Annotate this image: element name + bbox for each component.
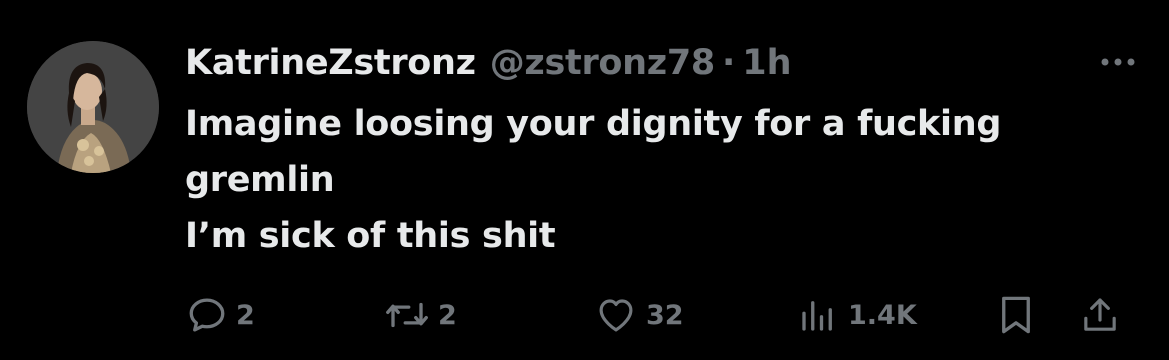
- share-upload-icon: [1084, 298, 1116, 331]
- views-button[interactable]: 1.4K: [796, 292, 917, 338]
- tweet-card[interactable]: KatrineZstronz @zstronz78 · 1h Imagine l…: [0, 0, 1169, 360]
- user-handle[interactable]: @zstronz78: [490, 38, 716, 88]
- tweet-actions-bar: 2 2 32 1.4K: [186, 292, 1136, 338]
- tweet-text-line: I’m sick of this shit: [185, 216, 556, 256]
- header-separator: ·: [721, 43, 736, 83]
- repost-button[interactable]: 2: [384, 292, 457, 338]
- more-options-button[interactable]: [1095, 44, 1141, 80]
- display-name[interactable]: KatrineZstronz: [185, 38, 476, 88]
- avatar-portrait-image: [27, 41, 159, 173]
- bookmark-icon: [1002, 296, 1030, 334]
- heart-icon: [599, 299, 633, 332]
- repost-count: 2: [438, 299, 457, 331]
- repost-arrows-icon: [386, 302, 428, 328]
- views-bar-chart-icon: [802, 301, 832, 331]
- tweet-text: Imagine loosing your dignity for a fucki…: [185, 96, 1135, 264]
- tweet-text-line: Imagine loosing your dignity for a fucki…: [185, 104, 1002, 144]
- avatar[interactable]: [27, 41, 159, 173]
- like-button[interactable]: 32: [594, 292, 684, 338]
- share-button[interactable]: [1080, 292, 1120, 338]
- reply-button[interactable]: 2: [186, 292, 255, 338]
- bookmark-button[interactable]: [998, 292, 1034, 338]
- like-count: 32: [646, 299, 684, 331]
- reply-count: 2: [236, 299, 255, 331]
- tweet-text-line: gremlin: [185, 160, 335, 200]
- tweet-header: KatrineZstronz @zstronz78 · 1h: [185, 38, 792, 88]
- more-horizontal-icon: [1101, 58, 1135, 66]
- view-count: 1.4K: [848, 299, 917, 331]
- timestamp[interactable]: 1h: [742, 38, 791, 88]
- reply-bubble-icon: [189, 298, 225, 332]
